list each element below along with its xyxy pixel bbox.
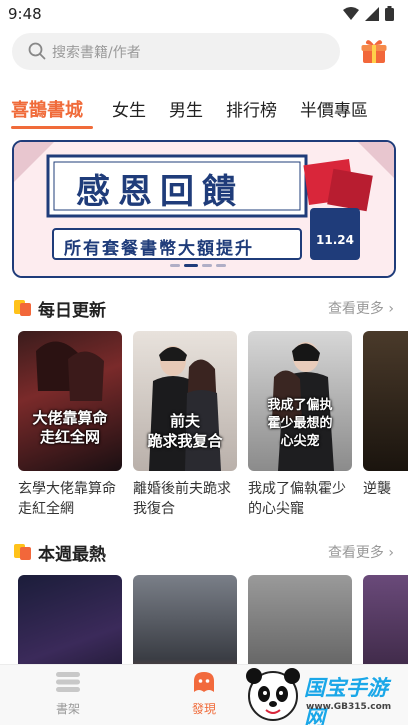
book-title: 離婚後前夫跪求我復合 [133, 481, 231, 517]
banner-title: 感恩回饋 [76, 172, 244, 212]
tab-ranking[interactable]: 排行榜 [226, 96, 277, 121]
tab-home[interactable]: 喜鵲書城 [11, 96, 83, 122]
nav-discover[interactable]: 發現 [174, 671, 234, 717]
book-cover: 我成了偏执 霍少最想的 心尖宠 [248, 331, 352, 471]
cover-title: 大佬靠算命 走红全网 [32, 409, 108, 446]
panda-logo-icon [246, 668, 300, 721]
book-title: 逆襲 [363, 481, 391, 497]
gift-icon[interactable] [360, 37, 388, 65]
tab-active-indicator [11, 126, 93, 129]
book-cover: 前夫 跪求我复合 [133, 331, 237, 471]
weekly-section-title: 本週最熱 [38, 545, 106, 565]
daily-view-more-link[interactable]: 查看更多 › [328, 298, 394, 318]
watermark-url: www.GB315.com [306, 702, 392, 712]
nav-discover-label: 發現 [191, 702, 216, 716]
weekly-book-list [0, 575, 408, 665]
signal-icon [365, 6, 379, 21]
book-card[interactable] [363, 575, 408, 665]
banner-subtitle: 所有套餐書幣大額提升 [64, 239, 254, 259]
battery-icon [385, 6, 394, 21]
daily-book-list: 大佬靠算命 走红全网 玄學大佬靠算命走紅全網 前夫 跪求我复合 離婚後前夫跪求我… [0, 331, 408, 521]
wifi-icon [343, 6, 359, 20]
status-time: 9:48 [8, 5, 42, 23]
banner-pager [170, 264, 226, 267]
book-title: 我成了偏執霍少的心尖寵 [248, 481, 346, 517]
tab-half-price[interactable]: 半價專區 [300, 96, 368, 121]
banner-subtitle-box: 所有套餐書幣大額提升 [52, 228, 302, 260]
daily-section-title: 每日更新 [38, 301, 106, 321]
pager-dot [170, 264, 180, 267]
cover-art [36, 341, 104, 401]
watermark: 国宝手游网 www.GB315.com [240, 664, 408, 725]
book-cover [248, 575, 352, 665]
search-input[interactable]: 搜索書籍/作者 [12, 33, 340, 70]
book-cover: 大佬靠算命 走红全网 [18, 331, 122, 471]
book-card[interactable] [18, 575, 122, 665]
promo-banner[interactable]: 感恩回饋 所有套餐書幣大額提升 11.24 [12, 140, 396, 278]
banner-date: 11.24 [316, 233, 354, 247]
book-card[interactable]: 大佬靠算命 走红全网 玄學大佬靠算命走紅全網 [18, 331, 122, 519]
book-card[interactable]: 我成了偏执 霍少最想的 心尖宠 我成了偏執霍少的心尖寵 [248, 331, 352, 519]
pager-dot [202, 264, 212, 267]
book-card[interactable]: 逆襲 [363, 331, 408, 519]
calendar-icon: 11.24 [310, 208, 360, 260]
pager-dot-active [184, 264, 198, 267]
weekly-section-header: 本週最熱 查看更多 › [14, 540, 394, 565]
search-placeholder: 搜索書籍/作者 [52, 45, 141, 61]
discover-icon [194, 672, 214, 692]
status-bar: 9:48 [0, 0, 408, 30]
weekly-view-more-link[interactable]: 查看更多 › [328, 542, 394, 562]
status-icons [343, 6, 394, 21]
book-cover [133, 575, 237, 665]
cover-title: 我成了偏执 霍少最想的 心尖宠 [267, 398, 333, 449]
book-card[interactable] [248, 575, 352, 665]
nav-bookshelf-label: 書架 [55, 702, 80, 716]
watermark-text: 国宝手游网 [304, 676, 388, 725]
nav-bookshelf[interactable]: 書架 [38, 671, 98, 717]
pager-dot [216, 264, 226, 267]
tab-male[interactable]: 男生 [169, 96, 203, 121]
book-card[interactable]: 前夫 跪求我复合 離婚後前夫跪求我復合 [133, 331, 237, 519]
book-cover [363, 575, 408, 665]
book-cover [363, 331, 408, 471]
book-card[interactable] [133, 575, 237, 665]
bookshelf-icon [56, 672, 80, 692]
cover-title: 前夫 跪求我复合 [147, 412, 223, 450]
daily-section-header: 每日更新 查看更多 › [14, 296, 394, 321]
category-tabs: 喜鵲書城 女生 男生 排行榜 半價專區 [0, 96, 408, 130]
search-icon [28, 42, 46, 60]
section-book-icon [14, 544, 31, 560]
book-cover [18, 575, 122, 665]
tab-female[interactable]: 女生 [112, 96, 146, 121]
book-title: 玄學大佬靠算命走紅全網 [18, 481, 116, 517]
section-book-icon [14, 300, 31, 316]
